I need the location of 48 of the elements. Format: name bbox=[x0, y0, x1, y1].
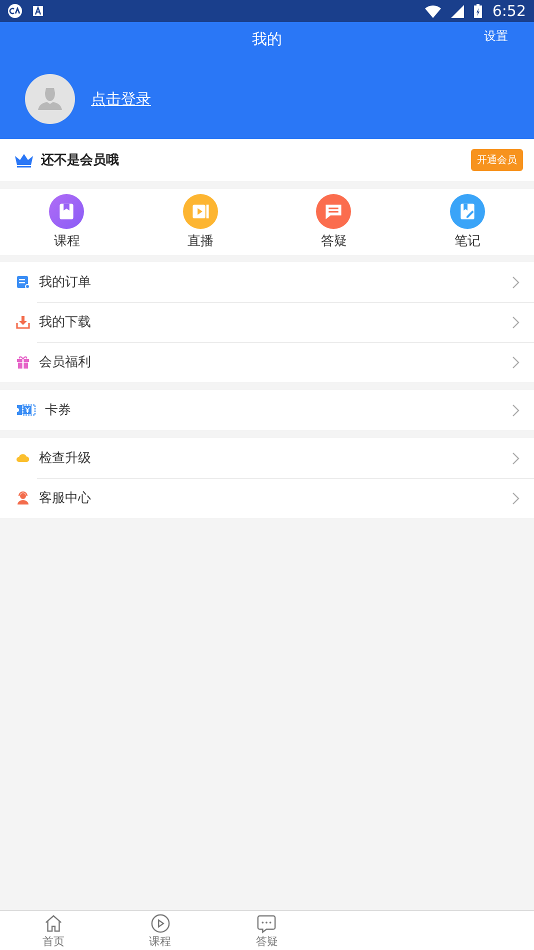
clipboard-icon bbox=[16, 275, 30, 289]
shortcut-label: 直播 bbox=[187, 233, 214, 250]
home-icon bbox=[42, 912, 64, 934]
battery-icon bbox=[474, 4, 482, 18]
menu-item[interactable]: 检查升级 bbox=[39, 449, 503, 467]
play-icon bbox=[150, 912, 171, 934]
download-icon bbox=[16, 315, 30, 329]
shortcut-item[interactable]: 课程 bbox=[0, 189, 134, 255]
menu-item[interactable]: 卡券 bbox=[45, 401, 503, 419]
shortcut-label: 笔记 bbox=[454, 233, 480, 250]
gift-icon bbox=[16, 355, 30, 369]
app-icon bbox=[8, 4, 22, 18]
settings-button[interactable]: 设置 bbox=[484, 28, 508, 45]
crown-icon bbox=[14, 152, 34, 168]
shortcut-label: 课程 bbox=[54, 233, 80, 250]
book-icon bbox=[49, 194, 84, 229]
shortcut-label: 答疑 bbox=[320, 233, 347, 250]
chevron-icon bbox=[512, 452, 520, 464]
shortcut-item[interactable]: 答疑 bbox=[267, 189, 400, 255]
membership-status: 还不是会员哦 bbox=[41, 152, 120, 169]
notebook-icon bbox=[450, 194, 485, 229]
menu-item[interactable]: 我的下载 bbox=[39, 313, 503, 331]
cloud-icon bbox=[16, 451, 30, 465]
nav-tab[interactable]: 课程 bbox=[106, 911, 214, 950]
chevron-icon bbox=[512, 492, 520, 504]
headset-person-icon bbox=[16, 491, 30, 505]
menu-item[interactable]: 会员福利 bbox=[39, 353, 503, 371]
shortcut-item[interactable]: 笔记 bbox=[400, 189, 534, 255]
video-icon bbox=[182, 194, 218, 229]
menu-item[interactable]: 客服中心 bbox=[39, 489, 503, 507]
wifi-icon bbox=[425, 4, 442, 18]
menu-item[interactable]: 我的订单 bbox=[39, 273, 503, 291]
chevron-icon bbox=[512, 316, 520, 328]
signal-icon bbox=[451, 4, 464, 18]
chevron-icon bbox=[512, 404, 520, 416]
chevron-icon bbox=[512, 356, 520, 368]
page-title: 我的 bbox=[252, 30, 282, 49]
chevron-icon bbox=[512, 276, 520, 288]
nav-tab[interactable]: 答疑 bbox=[214, 911, 320, 950]
chat-icon bbox=[256, 912, 278, 934]
ticket-icon bbox=[16, 403, 36, 417]
login-link[interactable]: 点击登录 bbox=[91, 90, 151, 108]
shortcut-item[interactable]: 直播 bbox=[134, 189, 267, 255]
chat-icon bbox=[316, 194, 352, 229]
avatar-icon bbox=[25, 74, 75, 124]
clock-time: 6:52 bbox=[492, 2, 526, 20]
nav-tab[interactable]: 首页 bbox=[0, 911, 107, 950]
keyboard-icon bbox=[32, 5, 44, 17]
